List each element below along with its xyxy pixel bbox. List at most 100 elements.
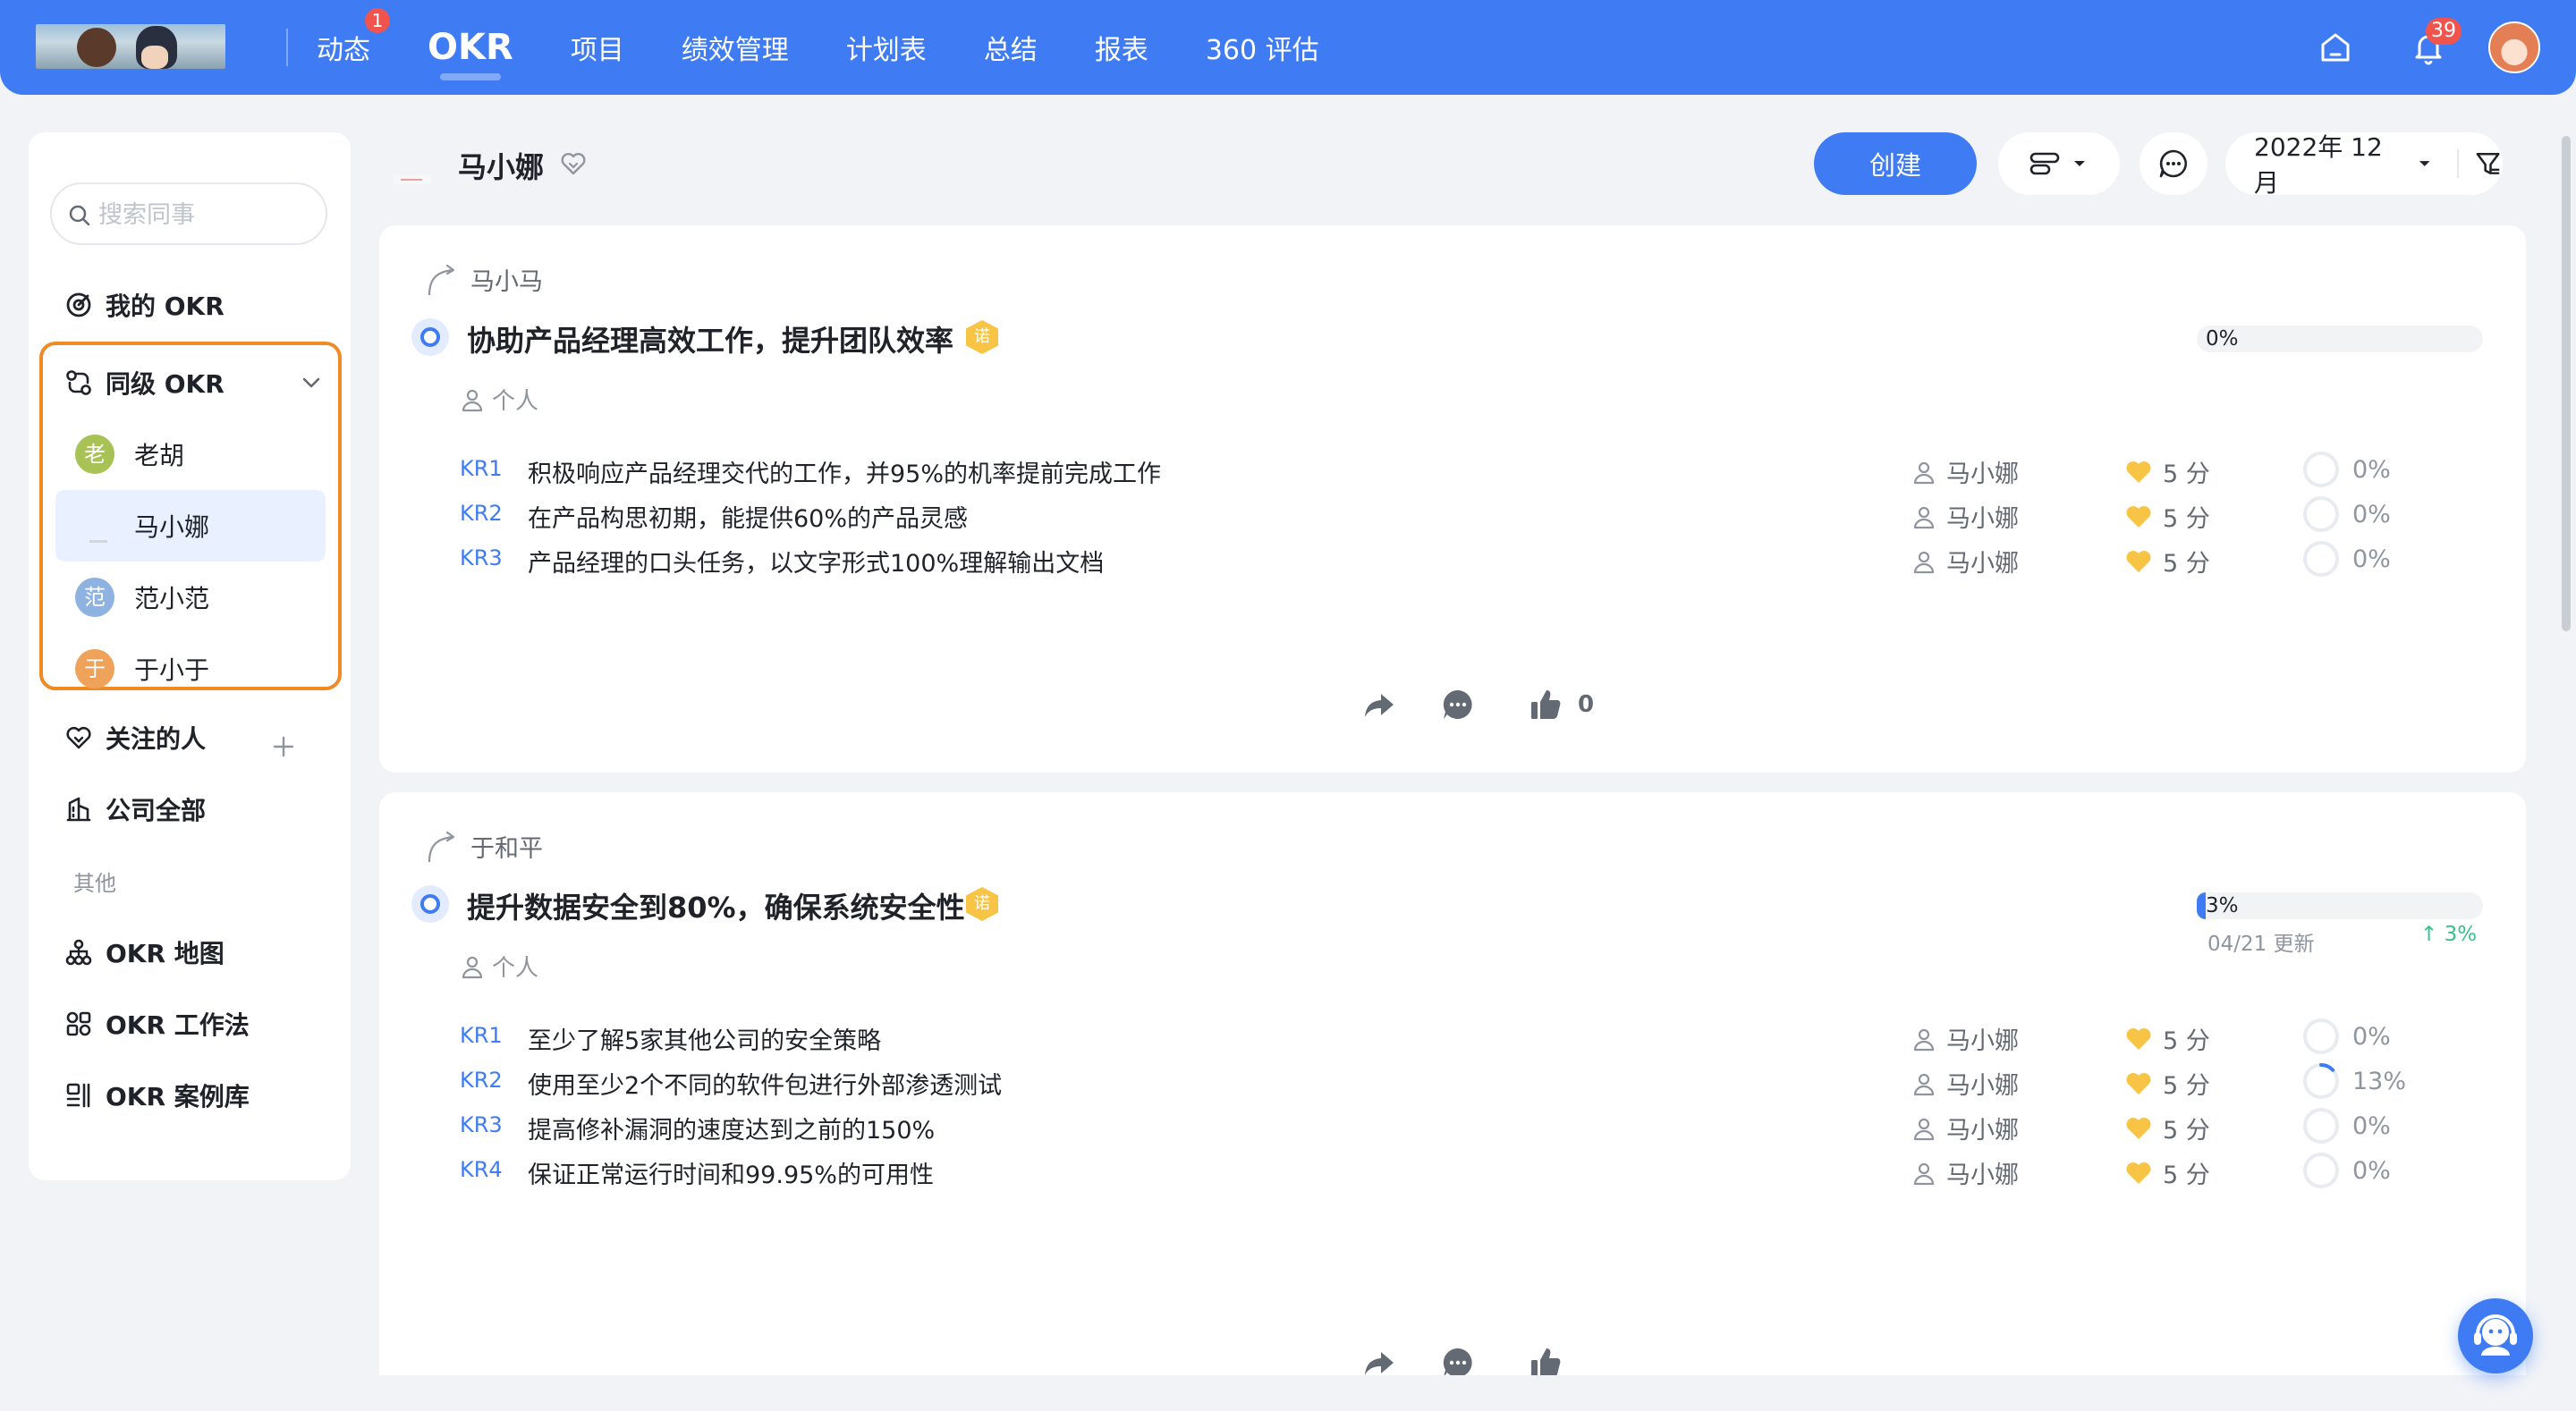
kr-confidence[interactable]: 5 分 bbox=[2125, 1021, 2210, 1056]
objective-type: 个人 bbox=[460, 950, 538, 983]
member-avatar: 范 bbox=[75, 578, 114, 617]
sidebar-item-following[interactable]: 关注的人 bbox=[64, 715, 206, 760]
peer-member-item-selected[interactable]: 马小娜 bbox=[55, 490, 326, 562]
nav-label: 360 评估 bbox=[1205, 35, 1319, 66]
case-library-icon bbox=[66, 1083, 90, 1108]
key-result-row[interactable]: KR1 至少了解5家其他公司的安全策略 马小娜 5 分 0% bbox=[460, 1014, 2481, 1059]
heart-filled-icon bbox=[2126, 1027, 2151, 1050]
key-result-row[interactable]: KR4 保证正常运行时间和99.95%的可用性 马小娜 5 分 0% bbox=[460, 1148, 2481, 1193]
colleague-search[interactable] bbox=[50, 182, 327, 245]
kr-progress[interactable]: 0% bbox=[2302, 1107, 2391, 1145]
objective-title[interactable]: 协助产品经理高效工作，提升团队效率 bbox=[467, 318, 953, 359]
peer-member-item[interactable]: 老 老胡 bbox=[55, 418, 326, 490]
kr-confidence[interactable]: 5 分 bbox=[2125, 544, 2210, 579]
kr-confidence[interactable]: 5 分 bbox=[2125, 1155, 2210, 1190]
kr-score: 5 分 bbox=[2163, 460, 2210, 488]
kr-confidence[interactable]: 5 分 bbox=[2125, 1111, 2210, 1145]
nav-item-activity[interactable]: 动态 1 bbox=[317, 8, 390, 67]
help-assistant-button[interactable] bbox=[2458, 1298, 2533, 1373]
filter-icon[interactable] bbox=[2473, 148, 2503, 179]
sidebar-item-label: OKR 工作法 bbox=[106, 1010, 250, 1040]
nav-item-reports[interactable]: 报表 bbox=[1095, 28, 1148, 67]
kr-owner[interactable]: 马小娜 bbox=[1912, 499, 2019, 534]
kr-confidence[interactable]: 5 分 bbox=[2125, 499, 2210, 534]
nav-label: 总结 bbox=[983, 35, 1038, 66]
kr-owner-name: 马小娜 bbox=[1946, 1027, 2019, 1055]
kr-owner[interactable]: 马小娜 bbox=[1912, 1155, 2019, 1190]
view-mode-dropdown[interactable] bbox=[1998, 132, 2120, 195]
kr-progress[interactable]: 0% bbox=[2302, 540, 2391, 578]
kr-score: 5 分 bbox=[2163, 550, 2210, 578]
kr-progress-label: 0% bbox=[2352, 1156, 2391, 1185]
nav-item-projects[interactable]: 项目 bbox=[571, 28, 624, 67]
commitment-badge: 诺 bbox=[966, 320, 998, 354]
kr-owner[interactable]: 马小娜 bbox=[1912, 544, 2019, 579]
support-agent-icon bbox=[2474, 1314, 2517, 1356]
comments-button[interactable] bbox=[2140, 132, 2207, 195]
progress-ring-icon bbox=[2303, 452, 2339, 487]
kr-progress[interactable]: 0% bbox=[2302, 1152, 2391, 1189]
peer-member-item[interactable]: 范 范小范 bbox=[55, 562, 326, 633]
sidebar-item-my-okr[interactable]: 我的 OKR bbox=[64, 283, 225, 327]
home-icon[interactable] bbox=[2315, 27, 2356, 68]
kr-owner[interactable]: 马小娜 bbox=[1912, 454, 2019, 489]
objective-title[interactable]: 提升数据安全到80%，确保系统安全性 bbox=[467, 885, 965, 926]
heart-filled-icon bbox=[2126, 505, 2151, 528]
comment-icon[interactable] bbox=[1440, 687, 1476, 722]
kr-progress[interactable]: 0% bbox=[2302, 495, 2391, 533]
nav-item-summary[interactable]: 总结 bbox=[984, 28, 1038, 67]
objective-progress-bar: 0% bbox=[2197, 325, 2483, 352]
key-result-row[interactable]: KR2 在产品构思初期，能提供60%的产品灵感 马小娜 5 分 0% bbox=[460, 492, 2481, 537]
objective-progress-bar: 3% bbox=[2197, 892, 2483, 919]
sidebar-item-okr-map[interactable]: OKR 地图 bbox=[64, 930, 225, 975]
chat-bubble-icon bbox=[2159, 149, 2188, 178]
progress-change: ↑ 3% bbox=[2420, 923, 2478, 946]
person-icon bbox=[462, 956, 483, 978]
sidebar-item-okr-method[interactable]: OKR 工作法 bbox=[64, 1001, 250, 1046]
add-following-icon[interactable] bbox=[270, 733, 297, 760]
heart-icon bbox=[66, 726, 91, 749]
kr-text: 至少了解5家其他公司的安全策略 bbox=[528, 1027, 882, 1055]
sidebar-item-label: OKR 案例库 bbox=[106, 1082, 250, 1111]
page-scrollbar[interactable] bbox=[2562, 136, 2571, 631]
sidebar-item-okr-cases[interactable]: OKR 案例库 bbox=[64, 1073, 250, 1118]
kr-owner[interactable]: 马小娜 bbox=[1912, 1066, 2019, 1101]
sidebar-item-label: 公司全部 bbox=[106, 796, 207, 825]
nav-item-360-review[interactable]: 360 评估 bbox=[1206, 28, 1319, 67]
search-icon bbox=[69, 205, 90, 226]
kr-progress[interactable]: 0% bbox=[2302, 451, 2391, 488]
apps-grid-icon bbox=[66, 1011, 91, 1036]
key-result-row[interactable]: KR2 使用至少2个不同的软件包进行外部渗透测试 马小娜 5 分 13% bbox=[460, 1059, 2481, 1103]
sidebar-item-company-all[interactable]: 公司全部 bbox=[64, 787, 206, 832]
user-avatar[interactable] bbox=[2488, 21, 2540, 73]
date-picker[interactable]: 2022年 12月 bbox=[2225, 132, 2503, 198]
objective-type: 个人 bbox=[460, 383, 538, 416]
peer-member-item[interactable]: 于 于小于 bbox=[55, 633, 326, 705]
parent-objective-link[interactable]: 于和平 bbox=[424, 828, 543, 864]
kr-progress[interactable]: 13% bbox=[2302, 1062, 2406, 1100]
kr-confidence[interactable]: 5 分 bbox=[2125, 1066, 2210, 1101]
key-result-row[interactable]: KR3 产品经理的口头任务，以文字形式100%理解输出文档 马小娜 5 分 0% bbox=[460, 537, 2481, 581]
nav-item-performance[interactable]: 绩效管理 bbox=[682, 28, 789, 67]
progress-ring-icon bbox=[2303, 1153, 2339, 1188]
kr-owner[interactable]: 马小娜 bbox=[1912, 1021, 2019, 1056]
kr-confidence[interactable]: 5 分 bbox=[2125, 454, 2210, 489]
person-icon bbox=[1913, 1028, 1935, 1051]
create-button[interactable]: 创建 bbox=[1814, 132, 1977, 195]
search-input[interactable] bbox=[98, 197, 313, 232]
parent-objective-link[interactable]: 马小马 bbox=[424, 261, 543, 297]
share-icon[interactable] bbox=[1361, 687, 1397, 722]
company-logo[interactable] bbox=[36, 24, 225, 69]
sidebar-item-peer-okr[interactable]: 同级 OKR bbox=[64, 361, 324, 404]
page-title: 马小娜 bbox=[458, 150, 545, 184]
kr-owner[interactable]: 马小娜 bbox=[1912, 1111, 2019, 1145]
key-result-row[interactable]: KR3 提高修补漏洞的速度达到之前的150% 马小娜 5 分 0% bbox=[460, 1103, 2481, 1148]
like-button[interactable]: 0 bbox=[1528, 687, 1594, 722]
nav-item-plans[interactable]: 计划表 bbox=[846, 28, 927, 67]
kr-progress[interactable]: 0% bbox=[2302, 1018, 2391, 1055]
heart-filled-icon bbox=[2126, 1072, 2151, 1094]
follow-heart-icon[interactable] bbox=[558, 148, 589, 179]
key-result-row[interactable]: KR1 积极响应产品经理交代的工作，并95%的机率提前完成工作 马小娜 5 分 … bbox=[460, 447, 2481, 492]
chevron-down-icon[interactable] bbox=[299, 370, 324, 395]
nav-item-okr[interactable]: OKR bbox=[428, 27, 513, 80]
